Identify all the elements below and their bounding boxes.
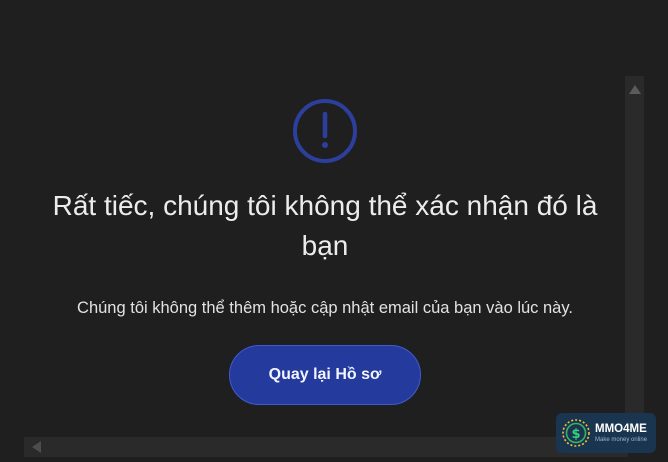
error-page: Rất tiếc, chúng tôi không thể xác nhận đ…	[0, 0, 668, 462]
vertical-scrollbar[interactable]	[625, 76, 644, 452]
back-to-profile-button[interactable]: Quay lại Hồ sơ	[229, 345, 421, 405]
dollar-coin-icon: $	[562, 419, 590, 447]
scroll-left-arrow-icon[interactable]	[32, 441, 41, 453]
watermark-tagline: Make money online	[595, 436, 648, 443]
horizontal-scrollbar[interactable]	[24, 437, 628, 457]
mmo4me-watermark: $ MMO4ME Make money online	[556, 413, 656, 453]
error-title: Rất tiếc, chúng tôi không thể xác nhận đ…	[52, 190, 598, 261]
svg-text:$: $	[571, 427, 580, 442]
watermark-name: MMO4ME	[595, 422, 647, 435]
exclamation-circle-icon	[293, 99, 357, 163]
error-message: Chúng tôi không thể thêm hoặc cập nhật e…	[77, 299, 573, 317]
scroll-up-arrow-icon[interactable]	[629, 85, 641, 94]
